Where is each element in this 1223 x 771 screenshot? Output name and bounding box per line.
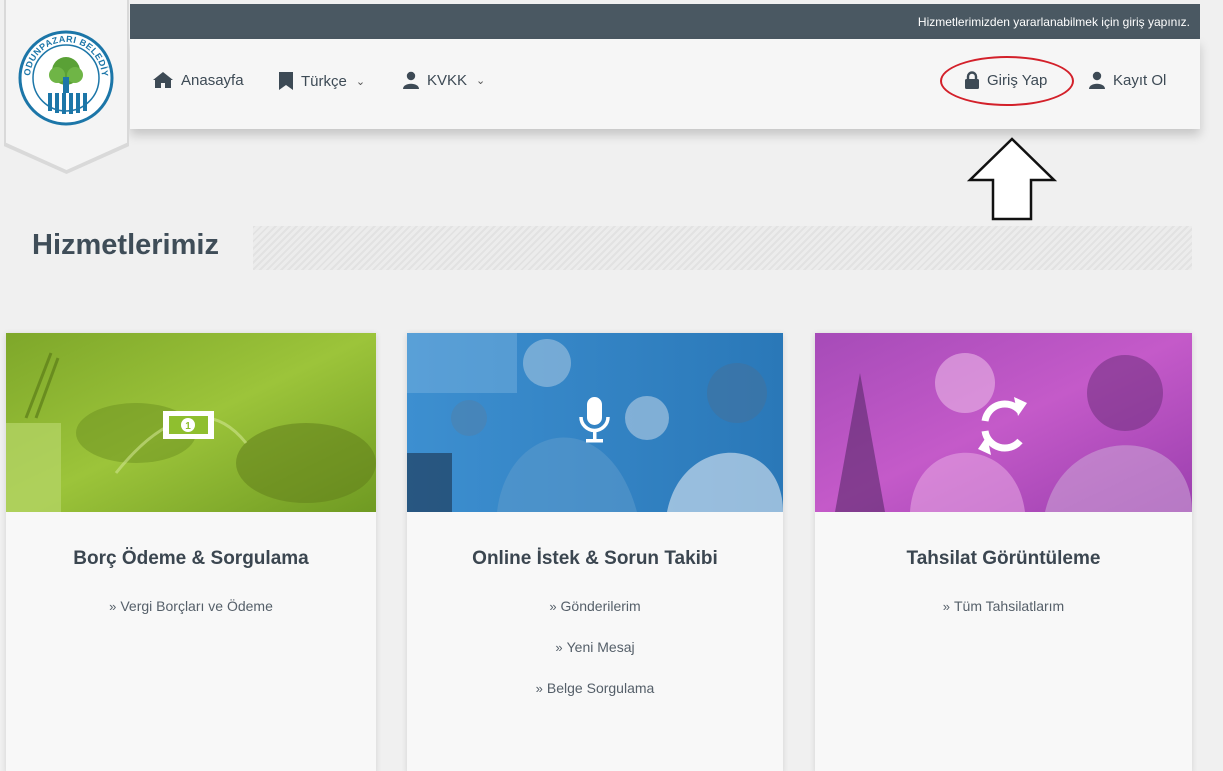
svg-text:1: 1: [185, 421, 191, 432]
user-icon: [403, 71, 419, 89]
link-gonderilerim[interactable]: » Gönderilerim: [407, 597, 783, 616]
double-chevron-right-icon: »: [109, 599, 117, 614]
register-label: Kayıt Ol: [1113, 71, 1167, 89]
service-card-collections: Tahsilat Görüntüleme » Tüm Tahsilatlarım: [815, 333, 1192, 771]
link-yeni-mesaj[interactable]: » Yeni Mesaj: [407, 638, 783, 657]
nav-home-label: Anasayfa: [181, 71, 244, 89]
municipality-seal-icon: ODUNPAZARI BELEDİYESİ: [13, 21, 114, 126]
link-label: Vergi Borçları ve Ödeme: [120, 598, 273, 614]
link-tum-tahsilatlarim[interactable]: » Tüm Tahsilatlarım: [815, 597, 1192, 616]
chevron-down-icon: ⌄: [355, 75, 366, 88]
login-notice: Hizmetlerimizden yararlanabilmek için gi…: [917, 15, 1190, 29]
link-label: Belge Sorgulama: [546, 680, 655, 696]
service-card-requests: Online İstek & Sorun Takibi » Gönderileri…: [407, 333, 783, 771]
title-decoration: [253, 226, 1192, 270]
link-label: Tüm Tahsilatlarım: [954, 598, 1065, 614]
card-title[interactable]: Online İstek & Sorun Takibi: [407, 548, 783, 570]
annotation-up-arrow-icon: [967, 137, 1057, 221]
nav-home[interactable]: Anasayfa: [152, 71, 244, 89]
card-title[interactable]: Tahsilat Görüntüleme: [815, 548, 1192, 570]
card-links: » Gönderilerim » Yeni Mesaj » Belge Sorgula…: [407, 597, 783, 720]
double-chevron-right-icon: »: [535, 681, 543, 696]
link-vergi-borclari[interactable]: » Vergi Borçları ve Ödeme: [6, 597, 376, 616]
top-info-bar: Hizmetlerimizden yararlanabilmek için gi…: [130, 4, 1200, 39]
register-button[interactable]: Kayıt Ol: [1088, 71, 1166, 89]
nav-language-label: Türkçe: [301, 72, 347, 90]
user-icon: [1089, 71, 1105, 89]
double-chevron-right-icon: »: [942, 599, 950, 614]
nav-language-dropdown[interactable]: Türkçe ⌄: [278, 71, 365, 91]
card-image[interactable]: [407, 333, 783, 512]
double-chevron-right-icon: »: [549, 599, 557, 614]
card-image[interactable]: 1: [6, 333, 376, 512]
double-chevron-right-icon: »: [555, 640, 563, 655]
card-links: » Vergi Borçları ve Ödeme: [6, 597, 376, 638]
nav-kvkk-dropdown[interactable]: KVKK ⌄: [402, 71, 485, 89]
service-card-debt: 1 Borç Ödeme & Sorgulama » Vergi Borçları…: [6, 333, 376, 771]
page-title: Hizmetlerimiz: [32, 229, 219, 261]
card-image[interactable]: [815, 333, 1192, 512]
municipality-logo[interactable]: ODUNPAZARI BELEDİYESİ: [13, 21, 116, 132]
link-label: Gönderilerim: [560, 598, 641, 614]
link-belge-sorgulama[interactable]: » Belge Sorgulama: [407, 679, 783, 698]
chevron-down-icon: ⌄: [476, 74, 486, 87]
link-label: Yeni Mesaj: [566, 639, 635, 655]
card-title[interactable]: Borç Ödeme & Sorgulama: [6, 548, 376, 570]
home-icon: [153, 72, 173, 88]
money-bill-icon: 1: [163, 411, 214, 439]
card-links: » Tüm Tahsilatlarım: [815, 597, 1192, 638]
nav-kvkk-label: KVKK: [427, 71, 468, 89]
annotation-ellipse: [940, 56, 1074, 106]
bookmark-icon: [279, 72, 293, 90]
